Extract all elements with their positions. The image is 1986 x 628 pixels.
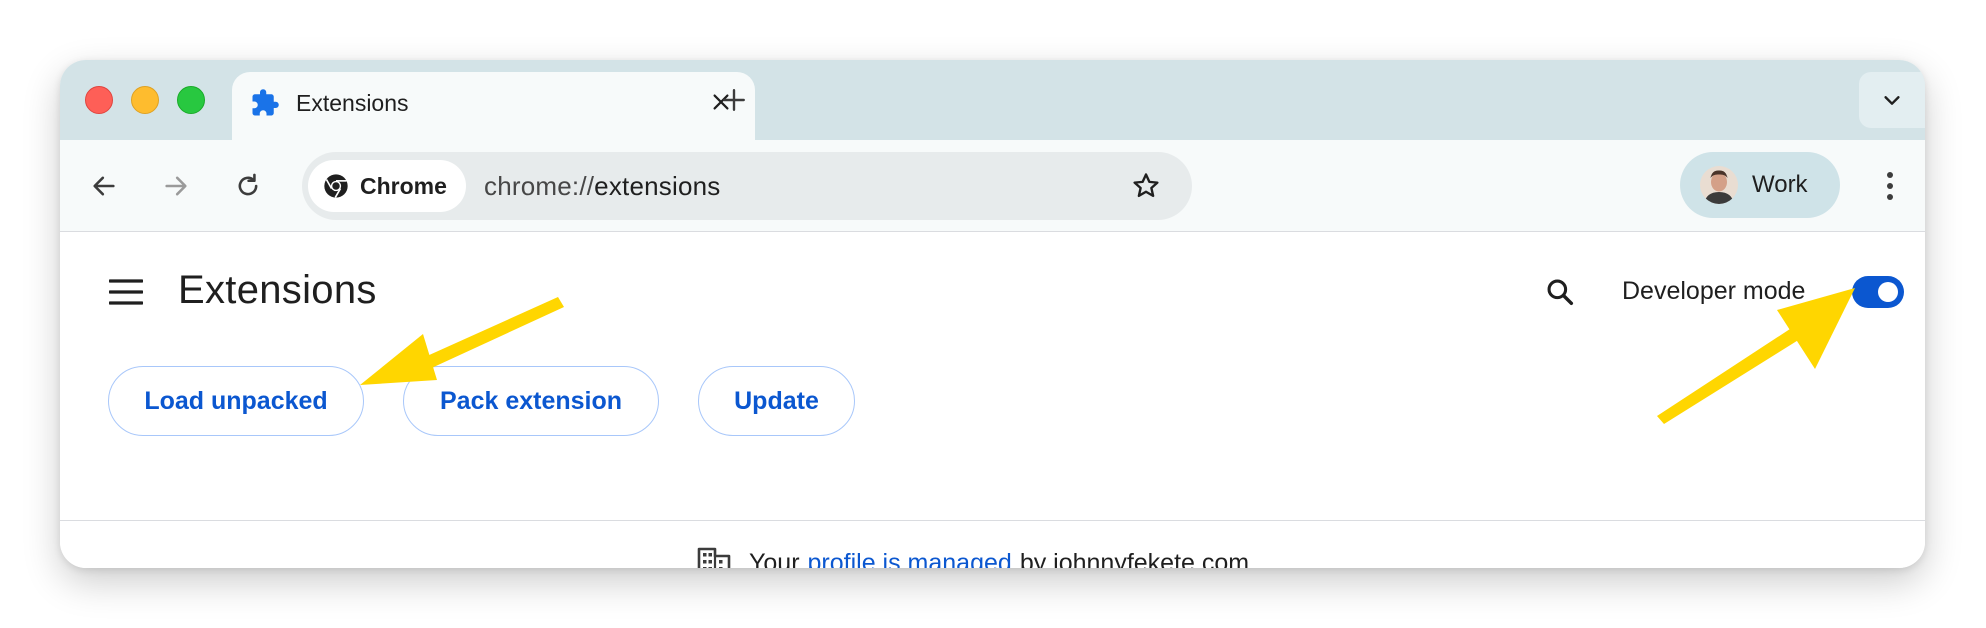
developer-mode-label: Developer mode: [1622, 277, 1806, 305]
pack-extension-button[interactable]: Pack extension: [403, 366, 659, 436]
managed-prefix: Your: [749, 548, 800, 569]
arrow-right-icon: [165, 176, 187, 196]
tab-search-button[interactable]: [1859, 72, 1925, 128]
search-extensions-button[interactable]: [1540, 272, 1580, 312]
new-tab-button[interactable]: [714, 80, 754, 120]
star-icon: [1133, 173, 1159, 198]
avatar: [1700, 166, 1738, 204]
url-scheme: chrome://: [484, 171, 595, 201]
forward-button[interactable]: [156, 166, 196, 206]
load-unpacked-button[interactable]: Load unpacked: [108, 366, 364, 436]
search-icon: [1547, 279, 1574, 306]
bookmark-button[interactable]: [1128, 168, 1164, 204]
managed-suffix: by johnnyfekete.com: [1019, 548, 1250, 569]
building-icon: [697, 546, 731, 568]
kebab-menu-icon: [1887, 172, 1893, 200]
extensions-page: Extensions Developer mode Load unpacked …: [60, 232, 1925, 568]
plus-icon: [723, 89, 745, 111]
chrome-logo-icon: [322, 172, 350, 200]
reload-icon: [238, 173, 258, 196]
arrow-left-icon: [93, 176, 115, 196]
chrome-menu-button[interactable]: [1868, 164, 1912, 208]
update-button[interactable]: Update: [698, 366, 855, 436]
managed-notice: Your profile is managed by johnnyfekete.…: [60, 522, 1925, 568]
toolbar: Chrome chrome://extensions Work: [60, 140, 1925, 232]
tab-strip: Extensions: [60, 60, 1925, 140]
profile-name: Work: [1752, 171, 1808, 198]
maximize-window-button[interactable]: [177, 86, 205, 114]
profile-managed-link[interactable]: profile is managed: [808, 549, 1012, 569]
close-window-button[interactable]: [85, 86, 113, 114]
browser-window: Extensions Chrome chrome://extensions Wo…: [60, 60, 1925, 568]
divider: [60, 520, 1925, 521]
tab-title: Extensions: [296, 90, 409, 116]
page-title: Extensions: [178, 268, 377, 312]
chevron-down-icon: [1884, 96, 1900, 105]
minimize-window-button[interactable]: [131, 86, 159, 114]
developer-mode-toggle[interactable]: [1852, 276, 1904, 308]
url-text[interactable]: chrome://extensions: [484, 171, 720, 202]
site-info-chip[interactable]: Chrome: [308, 160, 466, 212]
profile-button[interactable]: Work: [1680, 152, 1840, 218]
puzzle-icon: [250, 88, 280, 118]
toggle-knob: [1878, 282, 1898, 302]
hamburger-menu-icon: [109, 279, 143, 305]
tab-extensions[interactable]: Extensions: [232, 72, 755, 140]
site-chip-label: Chrome: [360, 173, 447, 199]
url-path: extensions: [594, 171, 721, 201]
main-menu-button[interactable]: [108, 274, 144, 310]
reload-button[interactable]: [228, 166, 268, 206]
back-button[interactable]: [84, 166, 124, 206]
address-bar[interactable]: Chrome chrome://extensions: [302, 152, 1192, 220]
